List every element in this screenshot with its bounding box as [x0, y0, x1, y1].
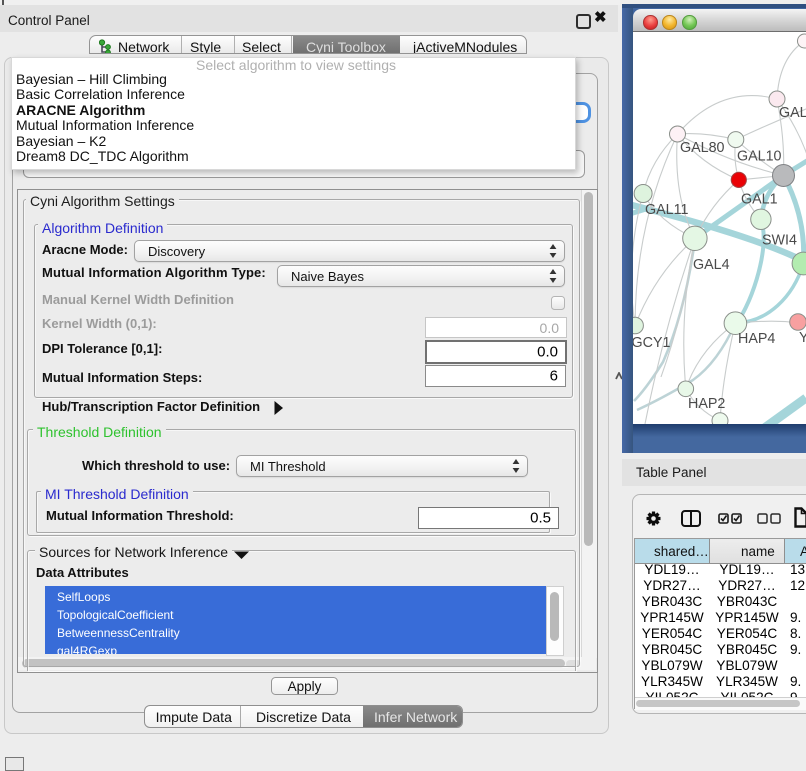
svg-text:GAL1: GAL1: [741, 192, 778, 208]
svg-text:SWI4: SWI4: [762, 233, 797, 249]
svg-text:YB: YB: [799, 330, 806, 346]
svg-text:HAP4: HAP4: [738, 331, 775, 347]
svg-text:GAL80: GAL80: [680, 140, 725, 156]
svg-text:GAL4: GAL4: [693, 257, 730, 273]
svg-text:GCY1: GCY1: [633, 335, 670, 351]
svg-text:HAP2: HAP2: [688, 396, 725, 412]
svg-text:GAL10: GAL10: [737, 149, 782, 165]
svg-text:GAL2: GAL2: [779, 105, 806, 121]
svg-text:GAL11: GAL11: [645, 202, 688, 218]
